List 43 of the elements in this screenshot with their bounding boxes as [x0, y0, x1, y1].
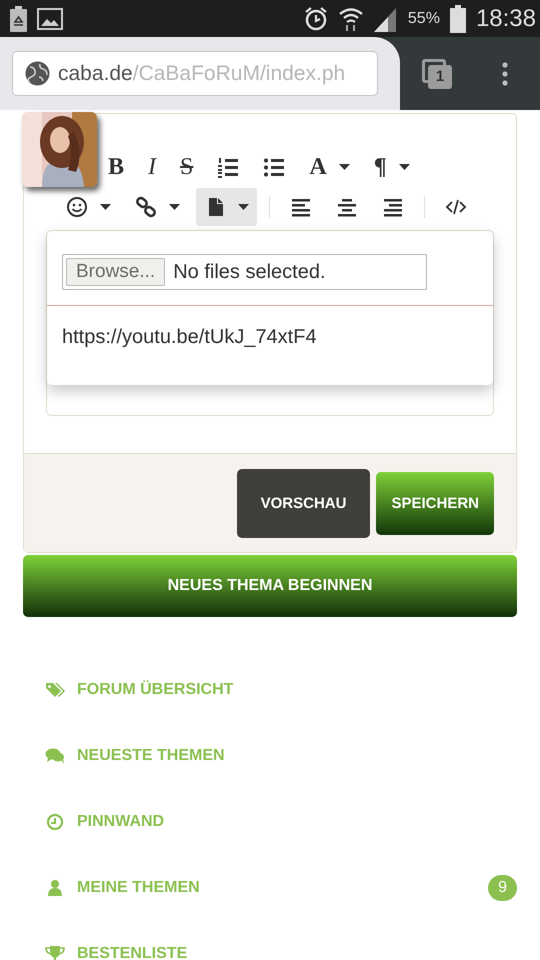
preview-button[interactable]: VORSCHAU [236, 469, 370, 538]
align-center-icon [336, 196, 358, 218]
numbered-list-icon [217, 156, 240, 178]
url-path: /CaBaFoRuM/index.ph [132, 62, 346, 84]
align-right-icon [382, 196, 404, 218]
caret-icon [169, 204, 180, 210]
file-input[interactable]: Browse... No files selected. [62, 254, 427, 290]
menu-icon[interactable] [502, 62, 508, 86]
battery-percentage: 55% [408, 10, 440, 28]
clock-time: 18:38 [476, 4, 536, 32]
image-icon [37, 8, 63, 30]
alarm-clock-icon [304, 6, 328, 32]
file-button[interactable] [196, 188, 257, 226]
user-icon [45, 879, 65, 897]
chat-bubbles-icon [45, 747, 65, 765]
caret-icon [338, 164, 350, 170]
trophy-icon [45, 945, 65, 960]
tags-icon [45, 681, 65, 699]
font-button[interactable]: A [301, 148, 358, 186]
file-status: No files selected. [173, 260, 326, 284]
caret-icon [100, 204, 111, 210]
link-icon [135, 196, 157, 218]
align-left-icon [290, 196, 312, 218]
new-topic-button[interactable]: NEUES THEMA BEGINNEN [23, 555, 517, 617]
globe-icon [25, 61, 50, 86]
count-badge: 9 [488, 875, 517, 901]
url-host: caba.de [58, 62, 133, 84]
paragraph-button[interactable]: ¶ [366, 148, 418, 186]
caret-icon [238, 204, 249, 210]
address-bar[interactable]: caba.de/CaBaFoRuM/index.ph [12, 51, 378, 96]
smiley-icon [66, 196, 88, 218]
save-button[interactable]: SPEICHERN [376, 472, 494, 535]
italic-button[interactable]: I [140, 148, 164, 186]
signal-icon [374, 6, 398, 32]
wifi-icon [338, 6, 364, 32]
bold-button[interactable]: B [100, 148, 132, 186]
text-editor-area[interactable]: Browse... No files selected. https://youtu.be/tUkJ_74xtF4 [46, 230, 494, 416]
strikethrough-button[interactable]: S [172, 148, 202, 186]
bullet-list-icon [263, 156, 286, 178]
battery-icon [450, 4, 466, 32]
clock-icon [45, 813, 65, 831]
caret-icon [398, 164, 410, 170]
browse-button[interactable]: Browse... [66, 258, 166, 286]
